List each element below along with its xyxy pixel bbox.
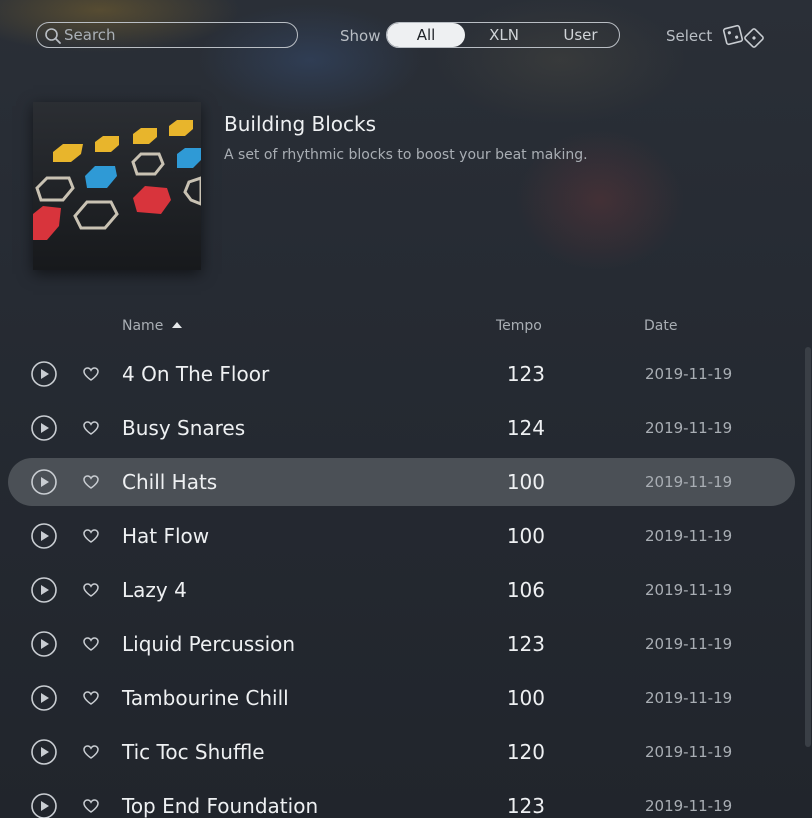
loop-tempo: 123 <box>506 794 545 818</box>
show-filter: All XLN User <box>386 22 620 48</box>
play-icon[interactable] <box>31 523 57 549</box>
toolbar: Show All XLN User Select <box>0 0 812 72</box>
heart-icon[interactable] <box>82 743 100 761</box>
play-icon[interactable] <box>31 577 57 603</box>
loop-date: 2019-11-19 <box>645 635 733 653</box>
loop-list: 4 On The Floor 123 2019-11-19 Busy Snare… <box>0 347 812 818</box>
list-item[interactable]: 4 On The Floor 123 2019-11-19 <box>8 350 795 398</box>
loop-date: 2019-11-19 <box>645 581 733 599</box>
column-header-tempo[interactable]: Tempo <box>496 318 542 334</box>
loop-date: 2019-11-19 <box>645 473 733 491</box>
list-item[interactable]: Liquid Percussion 123 2019-11-19 <box>8 620 795 668</box>
heart-icon[interactable] <box>82 689 100 707</box>
search-icon <box>45 28 61 44</box>
loop-date: 2019-11-19 <box>645 797 733 815</box>
list-item[interactable]: Tambourine Chill 100 2019-11-19 <box>8 674 795 722</box>
list-item[interactable]: Tic Toc Shuffle 120 2019-11-19 <box>8 728 795 776</box>
loop-date: 2019-11-19 <box>645 527 733 545</box>
loop-name: Liquid Percussion <box>122 632 296 656</box>
list-item[interactable]: Lazy 4 106 2019-11-19 <box>8 566 795 614</box>
list-item[interactable]: Busy Snares 124 2019-11-19 <box>8 404 795 452</box>
loop-date: 2019-11-19 <box>645 365 733 383</box>
play-icon[interactable] <box>31 685 57 711</box>
list-item[interactable]: Hat Flow 100 2019-11-19 <box>8 512 795 560</box>
heart-icon[interactable] <box>82 635 100 653</box>
pack-cover-image <box>33 102 201 270</box>
list-scrollbar[interactable] <box>805 347 811 747</box>
show-all-option[interactable]: All <box>387 23 465 47</box>
loop-name: Top End Foundation <box>122 794 319 818</box>
show-label: Show <box>340 27 381 45</box>
heart-icon[interactable] <box>82 365 100 383</box>
heart-icon[interactable] <box>82 473 100 491</box>
loop-name: 4 On The Floor <box>122 362 270 386</box>
loop-name: Busy Snares <box>122 416 246 440</box>
list-item[interactable]: Top End Foundation 123 2019-11-19 <box>8 782 795 818</box>
column-header-name[interactable]: Name <box>122 318 163 334</box>
loop-date: 2019-11-19 <box>645 419 733 437</box>
play-icon[interactable] <box>31 631 57 657</box>
heart-icon[interactable] <box>82 581 100 599</box>
sort-ascending-icon <box>172 322 182 328</box>
loop-tempo: 100 <box>506 686 545 710</box>
column-header-date[interactable]: Date <box>644 318 677 334</box>
pack-info: Building Blocks A set of rhythmic blocks… <box>0 96 812 276</box>
dice-icon[interactable] <box>721 21 767 51</box>
heart-icon[interactable] <box>82 797 100 815</box>
show-xln-option[interactable]: XLN <box>465 23 543 47</box>
column-header-row: Name Tempo Date <box>0 312 812 342</box>
show-user-option[interactable]: User <box>543 23 618 47</box>
pack-title: Building Blocks <box>224 112 377 136</box>
loop-date: 2019-11-19 <box>645 689 733 707</box>
loop-date: 2019-11-19 <box>645 743 733 761</box>
loop-tempo: 120 <box>506 740 545 764</box>
loop-tempo: 123 <box>506 632 545 656</box>
search-input[interactable] <box>64 23 289 46</box>
play-icon[interactable] <box>31 415 57 441</box>
loop-name: Lazy 4 <box>122 578 187 602</box>
loop-tempo: 123 <box>506 362 545 386</box>
select-label: Select <box>666 27 713 45</box>
play-icon[interactable] <box>31 739 57 765</box>
loop-tempo: 100 <box>506 470 545 494</box>
loop-name: Tambourine Chill <box>122 686 289 710</box>
list-item-selected[interactable]: Chill Hats 100 2019-11-19 <box>8 458 795 506</box>
play-icon[interactable] <box>31 469 57 495</box>
pack-description: A set of rhythmic blocks to boost your b… <box>224 147 588 163</box>
loop-name: Tic Toc Shuffle <box>122 740 265 764</box>
search-box[interactable] <box>36 22 298 48</box>
loop-tempo: 124 <box>506 416 545 440</box>
heart-icon[interactable] <box>82 527 100 545</box>
loop-name: Hat Flow <box>122 524 210 548</box>
heart-icon[interactable] <box>82 419 100 437</box>
loop-tempo: 106 <box>506 578 545 602</box>
play-icon[interactable] <box>31 361 57 387</box>
loop-tempo: 100 <box>506 524 545 548</box>
play-icon[interactable] <box>31 793 57 818</box>
loop-name: Chill Hats <box>122 470 218 494</box>
